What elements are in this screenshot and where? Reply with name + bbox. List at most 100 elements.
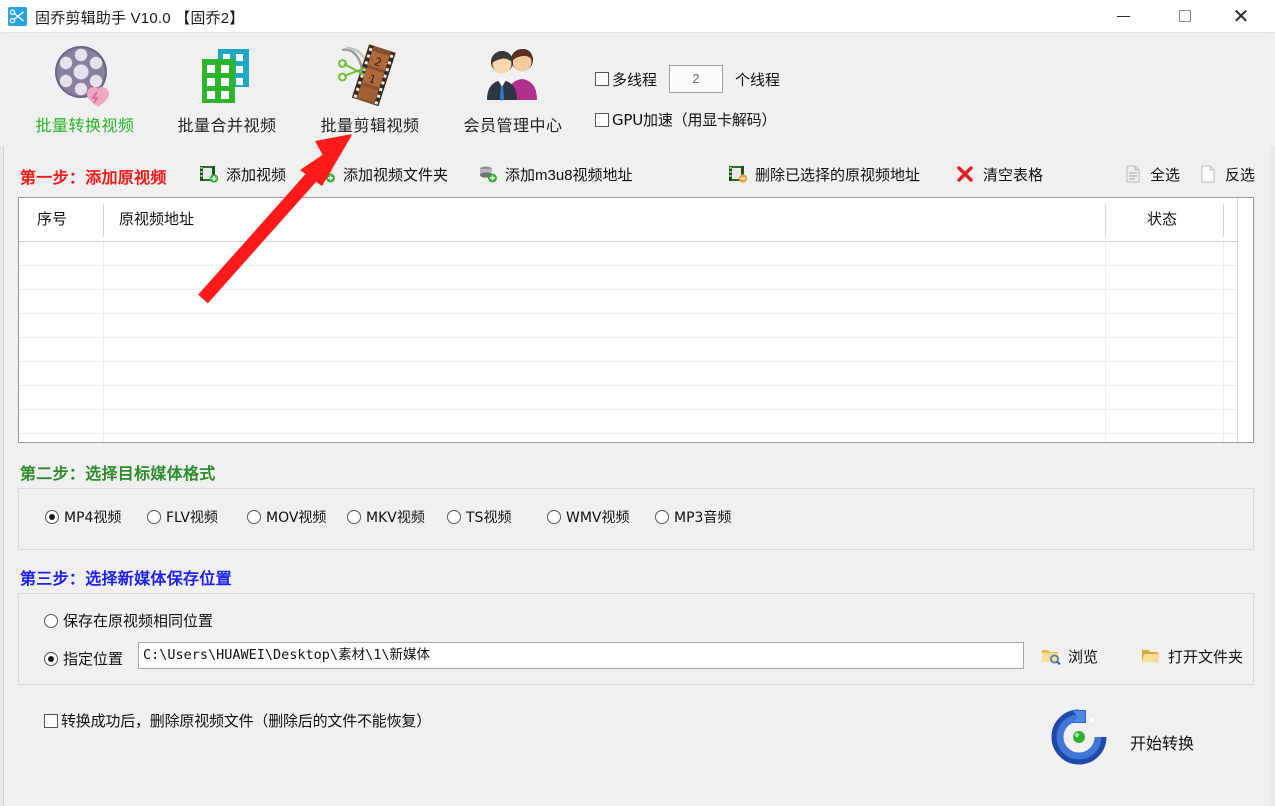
format-option-MP3音频[interactable]: MP3音频 [655, 507, 731, 527]
format-radio[interactable] [447, 510, 461, 524]
table-col-path: 原视频地址 [119, 211, 195, 228]
table-row[interactable] [19, 386, 1253, 410]
header-separator [103, 204, 104, 237]
video-list-table[interactable]: 序号 原视频地址 状态 [18, 197, 1254, 482]
custom-location-radio[interactable] [44, 651, 58, 666]
add-video-button[interactable]: 添加视频 [198, 160, 286, 188]
thread-count-input[interactable]: 2 [669, 65, 724, 93]
table-row[interactable] [19, 410, 1253, 434]
browse-folder-icon [1040, 646, 1062, 666]
toolbar-item-member-center[interactable]: 会员管理中心 [448, 40, 578, 144]
toolbar-label-member-center: 会员管理中心 [463, 118, 563, 135]
minimize-icon [1116, 15, 1130, 17]
step3-title: 第三步：选择新媒体保存位置 [20, 571, 232, 588]
table-row[interactable] [19, 290, 1253, 314]
app-window: 固乔剪辑助手 V10.0 【固乔2】 ✕ 批量转换视频 批量合并视频 2 1 批… [0, 0, 1275, 806]
format-label: MOV视频 [266, 510, 327, 526]
add-folder-button[interactable]: 添加视频文件夹 [315, 160, 448, 188]
browse-label: 浏览 [1068, 648, 1099, 666]
gpu-checkbox[interactable] [595, 112, 609, 127]
table-header: 序号 原视频地址 状态 [19, 198, 1253, 242]
format-label: MKV视频 [366, 510, 425, 526]
format-label: MP3音频 [674, 510, 732, 526]
format-option-FLV视频[interactable]: FLV视频 [147, 507, 218, 527]
table-row[interactable] [19, 266, 1253, 290]
toolbar-item-batch-merge[interactable]: 批量合并视频 [162, 40, 292, 144]
format-radio[interactable] [147, 510, 161, 524]
save-path-input[interactable]: C:\Users\HUAWEI\Desktop\素材\1\新媒体 [138, 642, 1024, 669]
table-row[interactable] [19, 314, 1253, 338]
same-location-label: 保存在原视频相同位置 [63, 613, 214, 630]
same-location-option[interactable]: 保存在原视频相同位置 [44, 610, 213, 631]
format-radio[interactable] [547, 510, 561, 524]
toolbar-item-batch-edit[interactable]: 2 1 批量剪辑视频 [305, 40, 435, 144]
custom-location-option[interactable]: 指定位置 [44, 648, 123, 669]
minimize-button[interactable] [1100, 0, 1146, 32]
format-option-MOV视频[interactable]: MOV视频 [247, 507, 326, 527]
clear-table-button[interactable]: 清空表格 [955, 160, 1043, 188]
table-scrollbar[interactable] [1237, 198, 1253, 442]
gpu-label: GPU加速（用显卡解码） [612, 111, 777, 129]
multithread-row: 多线程 2 个线程 [595, 65, 780, 93]
format-option-WMV视频[interactable]: WMV视频 [547, 507, 630, 527]
toolbar-label-batch-edit: 批量剪辑视频 [320, 118, 420, 135]
format-option-MKV视频[interactable]: MKV视频 [347, 507, 425, 527]
format-option-MP4视频[interactable]: MP4视频 [45, 507, 121, 527]
scissors-icon [8, 7, 27, 26]
invert-selection-label: 反选 [1225, 166, 1256, 184]
remove-video-icon [727, 164, 749, 184]
add-m3u8-button[interactable]: 添加m3u8视频地址 [477, 160, 633, 188]
toolbar-label-batch-merge: 批量合并视频 [177, 118, 277, 135]
format-label: TS视频 [466, 510, 512, 526]
format-radio[interactable] [655, 510, 669, 524]
same-location-radio[interactable] [44, 613, 58, 628]
maximize-icon [1179, 10, 1191, 22]
table-col-status: 状态 [1147, 211, 1178, 228]
start-convert-button[interactable]: 开始转换 [1040, 706, 1260, 772]
close-button[interactable]: ✕ [1218, 0, 1264, 32]
window-left-edge [0, 33, 4, 806]
location-groupbox [18, 593, 1254, 685]
add-video-icon [198, 164, 220, 184]
add-m3u8-icon [477, 164, 499, 184]
select-all-button[interactable]: 全选 [1122, 160, 1180, 188]
table-row[interactable] [19, 338, 1253, 362]
members-icon [448, 40, 578, 112]
remove-selected-button[interactable]: 删除已选择的原视频地址 [727, 160, 920, 188]
select-all-label: 全选 [1150, 166, 1181, 184]
format-option-TS视频[interactable]: TS视频 [447, 507, 511, 527]
custom-location-label: 指定位置 [63, 651, 124, 668]
maximize-button[interactable] [1162, 0, 1208, 32]
add-folder-label: 添加视频文件夹 [343, 166, 449, 184]
close-icon: ✕ [1232, 4, 1250, 28]
format-radio[interactable] [45, 510, 59, 524]
format-radio[interactable] [347, 510, 361, 524]
table-row[interactable] [19, 242, 1253, 266]
step1-title: 第一步：添加原视频 [20, 170, 167, 187]
format-radio[interactable] [247, 510, 261, 524]
step1-action-row: 第一步：添加原视频 添加视频 添加视频文件夹 添加m3u8视频地址 删除已选择的… [0, 160, 1275, 192]
open-folder-button[interactable]: 打开文件夹 [1140, 642, 1243, 670]
table-row[interactable] [19, 362, 1253, 386]
invert-selection-button[interactable]: 反选 [1197, 160, 1255, 188]
format-groupbox: MP4视频 FLV视频 MOV视频 MKV视频 TS视频 WMV视频 MP3音频 [18, 488, 1254, 550]
browse-button[interactable]: 浏览 [1040, 642, 1098, 670]
clear-x-icon [955, 164, 977, 184]
step2-title: 第二步：选择目标媒体格式 [20, 466, 216, 483]
delete-source-checkbox[interactable] [44, 713, 58, 728]
table-row[interactable] [19, 434, 1253, 458]
window-title: 固乔剪辑助手 V10.0 【固乔2】 [35, 10, 245, 27]
add-video-label: 添加视频 [226, 166, 287, 184]
multithread-label: 多线程 [612, 71, 658, 89]
thread-unit-label: 个线程 [735, 71, 781, 89]
clear-table-label: 清空表格 [983, 166, 1044, 184]
film-scissors-icon: 2 1 [305, 40, 435, 112]
format-label: FLV视频 [166, 510, 218, 526]
multithread-checkbox[interactable] [595, 72, 609, 86]
table-col-index: 序号 [37, 211, 68, 228]
format-label: MP4视频 [64, 510, 122, 526]
title-bar: 固乔剪辑助手 V10.0 【固乔2】 ✕ [0, 0, 1275, 33]
toolbar-item-batch-convert[interactable]: 批量转换视频 [20, 40, 150, 144]
window-right-edge [1271, 33, 1275, 806]
gpu-row: GPU加速（用显卡解码） [595, 109, 776, 130]
